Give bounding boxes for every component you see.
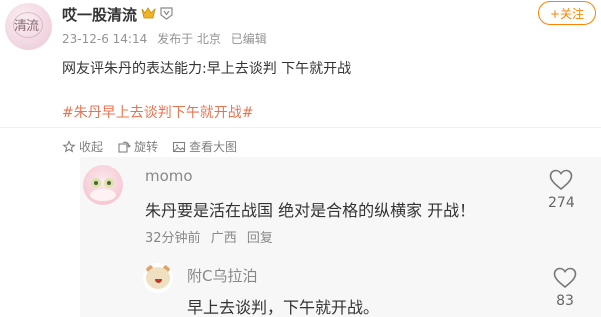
avatar-text: 清流: [14, 19, 39, 34]
follow-button[interactable]: +关注: [538, 1, 596, 25]
reply-button[interactable]: 回复: [247, 231, 273, 246]
post-meta: 23-12-6 14:14 发布于 北京 已编辑: [62, 30, 273, 47]
avatar-decoration: [146, 267, 170, 289]
rotate-label: 旋转: [134, 140, 159, 154]
comment-text: 朱丹要是活在战国 绝对是合格的纵横家 开战！: [145, 201, 476, 220]
commenter-name[interactable]: 附C乌拉泊: [187, 265, 257, 286]
view-large-image-button[interactable]: 查看大图: [172, 138, 237, 155]
heart-icon: [550, 169, 573, 191]
like-count: 274: [548, 195, 575, 211]
post-text: 网友评朱丹的表达能力:早上去谈判 下午就开战: [62, 61, 352, 77]
commenter-name[interactable]: momo: [145, 167, 193, 185]
like-button[interactable]: 83: [553, 267, 577, 309]
collapse-button[interactable]: 收起: [62, 138, 103, 155]
commenter-avatar[interactable]: [143, 263, 173, 293]
commenter-avatar[interactable]: [83, 165, 123, 205]
view-large-image-label: 查看大图: [189, 140, 238, 154]
like-button[interactable]: 274: [548, 169, 575, 211]
avatar-decoration: [91, 178, 101, 188]
rotate-icon: [118, 141, 131, 153]
comment-time: 32分钟前: [145, 231, 201, 246]
heart-icon: [553, 267, 577, 289]
comments-section: momo 朱丹要是活在战国 绝对是合格的纵横家 开战！ 32分钟前 广西 回复 …: [80, 157, 601, 317]
collapse-label: 收起: [79, 140, 104, 154]
comment-location: 广西: [210, 231, 237, 246]
image-icon: [172, 141, 186, 152]
comment-meta: 32分钟前 广西 回复: [145, 227, 279, 246]
author-avatar[interactable]: 清流: [5, 3, 52, 50]
image-actions-bar: 收起 旋转 查看大图: [62, 138, 237, 155]
vip-badge-icon: [141, 7, 156, 19]
author-name[interactable]: 哎一股清流: [62, 4, 137, 25]
hashtag-link[interactable]: #朱丹早上去谈判下午就开战#: [62, 102, 253, 122]
like-count: 83: [556, 293, 574, 309]
level-badge-icon: [160, 7, 173, 20]
edited-label[interactable]: 已编辑: [231, 32, 267, 46]
divider: [0, 127, 601, 128]
post-location: 发布于 北京: [157, 32, 221, 46]
rotate-button[interactable]: 旋转: [117, 138, 158, 155]
star-icon: [62, 139, 76, 153]
avatar-decoration: [90, 189, 116, 201]
post-date[interactable]: 23-12-6 14:14: [62, 32, 147, 46]
comment-text: 早上去谈判，下午就开战。: [187, 298, 380, 317]
avatar-decoration: [104, 178, 114, 188]
